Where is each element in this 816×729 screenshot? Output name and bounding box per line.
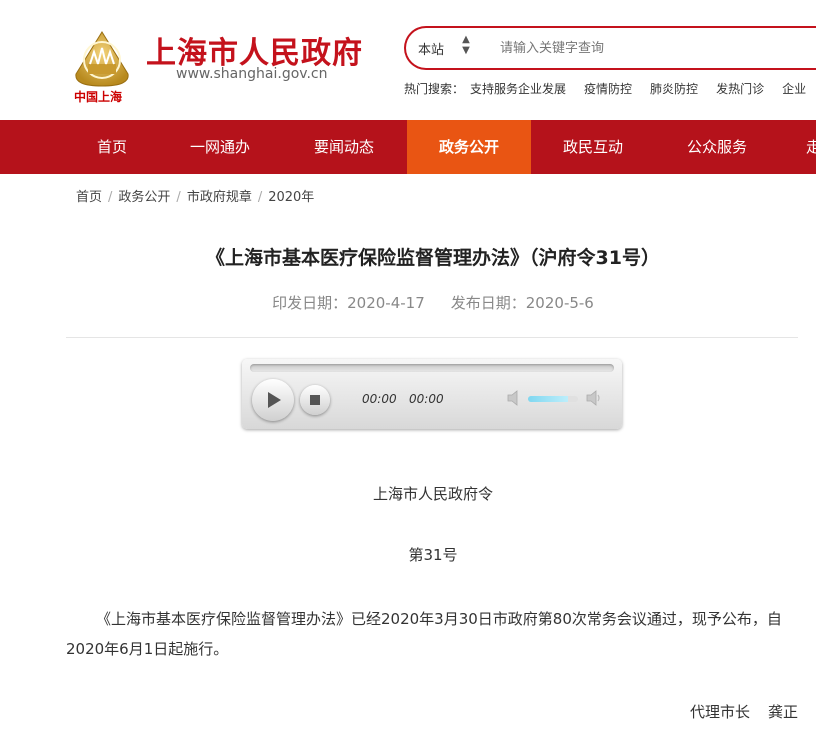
nav-item-gov-affairs[interactable]: 政务公开 — [407, 120, 531, 174]
current-time: 00:00 — [362, 392, 397, 406]
doc-dates: 印发日期：2020-4-17 发布日期：2020-5-6 — [0, 292, 816, 313]
nav-item-interaction[interactable]: 政民互动 — [531, 120, 655, 174]
issue-date: 印发日期：2020-4-17 — [272, 294, 425, 312]
search-box: 本站 ▲ ▼ — [404, 26, 816, 70]
hot-search-link[interactable]: 疫情防控 — [584, 82, 632, 96]
issuer-line: 上海市人民政府令 — [372, 485, 493, 503]
breadcrumb: 首页 / 政务公开 / 市政府规章 / 2020年 — [76, 186, 314, 205]
hot-search-link[interactable]: 肺炎防控 — [650, 82, 698, 96]
stop-button[interactable] — [300, 385, 330, 415]
breadcrumb-link[interactable]: 首页 — [76, 190, 102, 205]
audio-progress-bar[interactable] — [250, 364, 614, 372]
mute-icon[interactable] — [506, 389, 524, 407]
updown-arrows-icon[interactable]: ▲ ▼ — [460, 34, 472, 56]
breadcrumb-separator: / — [176, 190, 181, 205]
nav-item-home[interactable]: 首页 — [50, 120, 174, 174]
breadcrumb-link[interactable]: 政务公开 — [118, 190, 170, 205]
duration: 00:00 — [409, 392, 444, 406]
search-input[interactable] — [498, 38, 816, 58]
main-nav: 首页 一网通办 要闻动态 政务公开 政民互动 公众服务 走 — [0, 120, 816, 174]
nav-item-one-stop[interactable]: 一网通办 — [158, 120, 282, 174]
breadcrumb-link[interactable]: 市政府规章 — [187, 190, 252, 205]
site-url: www.shanghai.gov.cn — [176, 66, 328, 82]
hot-search-label: 热门搜索： — [404, 82, 465, 96]
order-number: 第31号 — [408, 546, 458, 564]
breadcrumb-separator: / — [257, 190, 263, 205]
volume-max-icon[interactable] — [585, 389, 603, 407]
body-paragraph: 《上海市基本医疗保险监督管理办法》已经2020年3月30日市政府第80次常务会议… — [66, 610, 782, 658]
signature-role: 代理市长 — [689, 703, 750, 721]
play-button[interactable] — [252, 379, 294, 421]
signature-name: 龚正 — [767, 703, 798, 721]
site-header: 中国上海 上海市人民政府 www.shanghai.gov.cn 本站 ▲▼ 热… — [0, 0, 816, 120]
nav-item-more[interactable]: 走 — [760, 120, 816, 174]
hot-search-link[interactable]: 支持服务企业发展 — [470, 82, 566, 96]
search-scope-label[interactable]: 本站 — [418, 39, 444, 58]
divider — [66, 337, 798, 338]
breadcrumb-current[interactable]: 2020年 — [268, 190, 314, 205]
hot-search-row: 热门搜索： 支持服务企业发展 疫情防控 肺炎防控 发热门诊 企业 — [404, 80, 816, 97]
volume-level — [528, 396, 568, 402]
hot-search-link[interactable]: 企业 — [782, 82, 806, 96]
audio-player: 00:00 00:00 — [242, 359, 622, 429]
logo-caption: 中国上海 — [74, 90, 123, 104]
page-title: 《上海市基本医疗保险监督管理办法》（沪府令31号） — [206, 247, 660, 269]
signature: 代理市长 龚正 — [690, 701, 798, 722]
breadcrumb-separator: / — [108, 190, 113, 205]
publish-date: 发布日期：2020-5-6 — [450, 294, 594, 312]
shanghai-emblem-icon[interactable] — [72, 30, 132, 88]
hot-search-link[interactable]: 发热门诊 — [716, 82, 764, 96]
volume-slider[interactable] — [528, 396, 578, 402]
nav-item-news[interactable]: 要闻动态 — [282, 120, 406, 174]
